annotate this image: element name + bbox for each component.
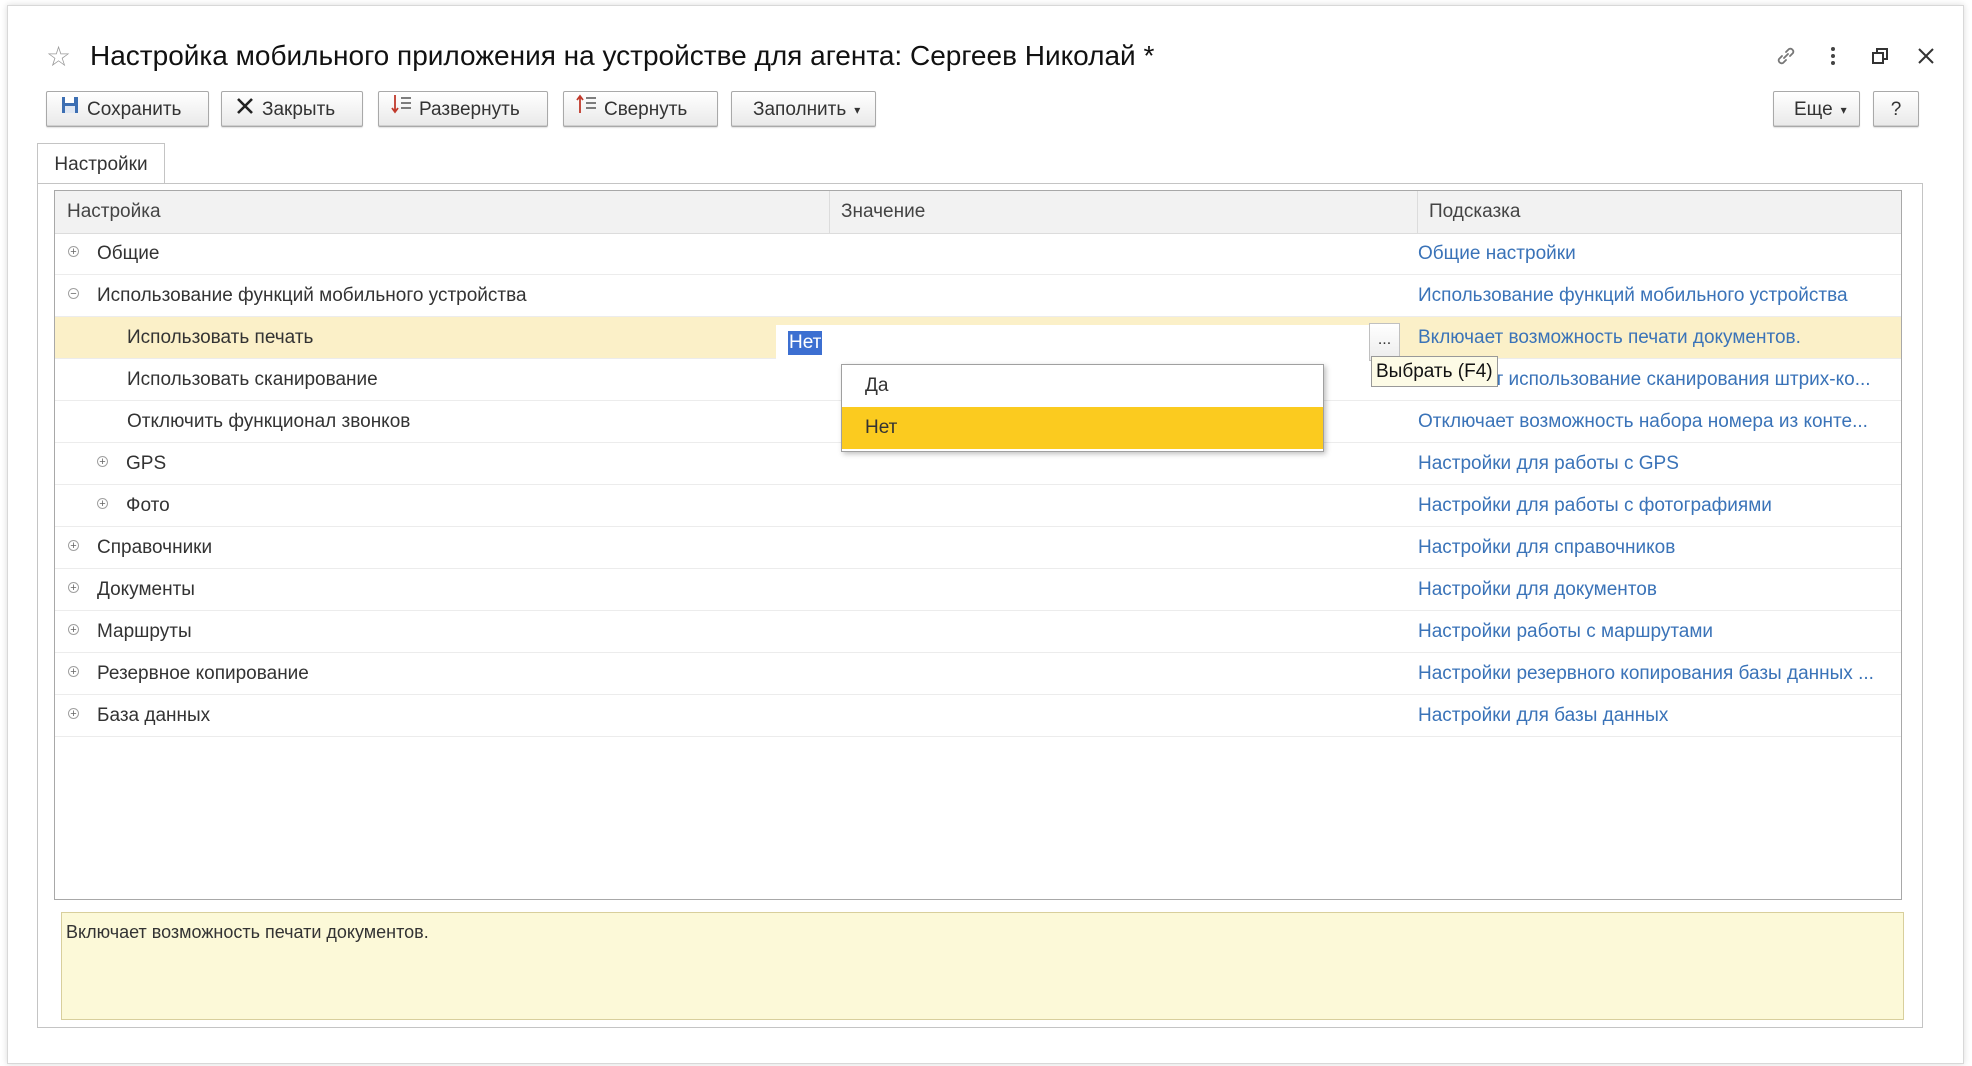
setting-name: Справочники (97, 537, 213, 558)
column-header-value[interactable]: Значение (829, 191, 1417, 233)
expand-tree-icon (391, 92, 413, 128)
setting-hint: Отключает возможность набора номера из к… (1418, 411, 1868, 432)
close-x-icon (234, 92, 256, 128)
expand-plus-icon[interactable]: + (68, 246, 79, 258)
setting-hint: Настройки для документов (1418, 579, 1657, 600)
close-button[interactable]: Закрыть (221, 91, 363, 127)
setting-hint: Настройки работы с маршрутами (1418, 621, 1714, 642)
save-button[interactable]: Сохранить (46, 91, 209, 127)
settings-table[interactable]: Настройка Значение Подсказка + Общие Общие… (54, 190, 1902, 900)
setting-name: База данных (97, 705, 211, 726)
description-panel: Включает возможность печати документов. (61, 912, 1904, 1020)
tab-settings[interactable]: Настройки (37, 143, 165, 184)
collapse-tree-icon (576, 92, 598, 128)
setting-name: Фото (126, 495, 170, 516)
setting-name: Маршруты (97, 621, 192, 642)
floppy-disk-icon (59, 92, 81, 128)
setting-hint: Общие настройки (1418, 243, 1576, 264)
expand-plus-icon[interactable]: + (68, 540, 79, 552)
window-title: Настройка мобильного приложения на устро… (90, 40, 1155, 71)
table-row[interactable]: − Использование функций мобильного устрой… (55, 275, 1901, 317)
restore-window-icon[interactable] (1865, 44, 1895, 74)
choose-tooltip: Выбрать (F4) (1371, 356, 1498, 387)
table-row[interactable]: + Фото Настройки для работы с фотографиями (55, 485, 1901, 527)
setting-hint: Настройки для базы данных (1418, 705, 1669, 726)
setting-hint: Использование функций мобильного устройс… (1418, 285, 1848, 306)
setting-name: GPS (126, 453, 167, 474)
setting-name: Использовать печать (127, 327, 314, 348)
table-row[interactable]: + Документы Настройки для документов (55, 569, 1901, 611)
link-icon[interactable] (1771, 44, 1801, 74)
expand-plus-icon[interactable]: + (68, 582, 79, 594)
table-row[interactable]: + База данных Настройки для базы данных (55, 695, 1901, 737)
table-header: Настройка Значение Подсказка (55, 191, 1901, 234)
table-row[interactable]: + Справочники Настройки для справочников (55, 527, 1901, 569)
command-bar: Сохранить Закрыть Развернуть Свернуть За… (8, 91, 1963, 133)
more-dropdown-button[interactable]: Еще ▾ (1773, 91, 1860, 127)
dropdown-option-no[interactable]: Нет (842, 407, 1323, 449)
value-input-text: Нет (788, 331, 823, 355)
title-bar: ☆ Настройка мобильного приложения на уст… (8, 6, 1963, 71)
more-vertical-icon[interactable] (1818, 44, 1848, 74)
setting-hint: Настройки для работы с GPS (1418, 453, 1679, 474)
expand-plus-icon[interactable]: + (97, 498, 108, 510)
table-row[interactable]: + Резервное копирование Настройки резервно… (55, 653, 1901, 695)
setting-hint: Настройки резервного копирования базы да… (1418, 663, 1874, 684)
setting-hint: Настройки для справочников (1418, 537, 1676, 558)
setting-hint: Настройки для работы с фотографиями (1418, 495, 1772, 516)
setting-name: Отключить функционал звонков (127, 411, 411, 432)
expand-plus-icon[interactable]: + (68, 624, 79, 636)
expand-plus-icon[interactable]: + (68, 666, 79, 678)
caret-down-icon: ▾ (1840, 103, 1847, 117)
table-row[interactable]: + Общие Общие настройки (55, 233, 1901, 275)
column-header-hint[interactable]: Подсказка (1417, 191, 1901, 233)
expand-plus-icon[interactable]: + (97, 456, 108, 468)
caret-down-icon: ▾ (854, 103, 861, 117)
collapse-button[interactable]: Свернуть (563, 91, 718, 127)
setting-name: Документы (97, 579, 195, 600)
setting-name: Общие (97, 243, 160, 264)
setting-name: Использовать сканирование (127, 369, 378, 390)
value-dropdown-list: Да Нет (841, 364, 1324, 452)
setting-name: Использование функций мобильного устройс… (97, 285, 527, 306)
dropdown-option-yes[interactable]: Да (842, 365, 1323, 407)
setting-name: Резервное копирование (97, 663, 309, 684)
expand-plus-icon[interactable]: + (68, 708, 79, 720)
value-input[interactable]: Нет (776, 325, 1369, 361)
expand-button[interactable]: Развернуть (378, 91, 548, 127)
column-header-setting[interactable]: Настройка (55, 191, 829, 233)
close-icon[interactable] (1911, 44, 1941, 74)
fill-dropdown-button[interactable]: Заполнить ▾ (731, 91, 876, 127)
table-row[interactable]: + Маршруты Настройки работы с маршрутами (55, 611, 1901, 653)
help-button[interactable]: ? (1873, 91, 1919, 127)
star-icon[interactable]: ☆ (46, 43, 71, 71)
setting-hint: Включает возможность печати документов. (1418, 327, 1801, 348)
collapse-minus-icon[interactable]: − (68, 288, 79, 300)
